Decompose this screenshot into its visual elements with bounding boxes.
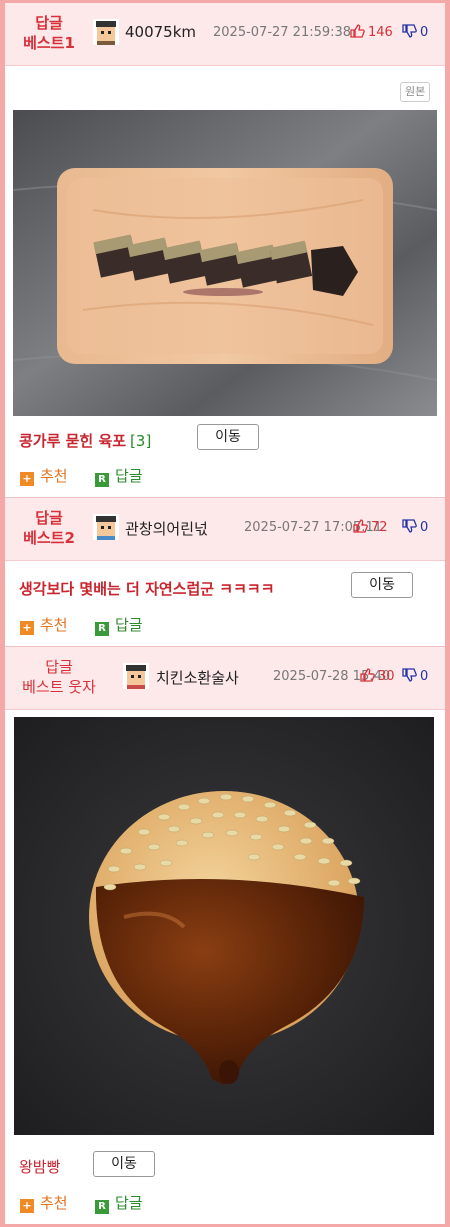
downvote-count[interactable]: 0 [402, 24, 428, 40]
nickname[interactable]: 치킨소환술사 [156, 667, 239, 688]
reply-button[interactable]: R 답글 [95, 465, 143, 487]
avatar[interactable] [123, 663, 149, 689]
recommend-button[interactable]: + 추천 [20, 614, 68, 635]
post-date: 2025-07-27 21:59:38 [213, 25, 352, 40]
downvote-count[interactable]: 0 [402, 668, 428, 684]
upvote-value: 30 [378, 669, 395, 684]
recommend-button[interactable]: + 추천 [20, 1192, 68, 1213]
nickname[interactable]: 관창의어린넋 [125, 518, 208, 539]
r-square-icon: R [95, 473, 109, 487]
post-title[interactable]: 왕밤빵 [19, 1156, 60, 1177]
nickname[interactable]: 40075km [125, 23, 196, 41]
best-badge: 답글 베스트2 [9, 508, 89, 548]
original-image-button[interactable]: 원본 [400, 82, 431, 102]
thumbs-down-icon [402, 668, 417, 682]
downvote-value: 0 [420, 25, 429, 40]
plus-square-icon: + [20, 1199, 34, 1213]
reply-label: 답글 [115, 467, 143, 485]
best-badge-line1: 답글 [35, 509, 63, 527]
reply-button[interactable]: R 답글 [95, 1192, 143, 1214]
move-button[interactable]: 이동 [197, 424, 259, 450]
best-badge-line2: 베스트1 [23, 34, 75, 52]
upvote-count[interactable]: 30 [360, 668, 395, 684]
thumbs-down-icon [402, 24, 417, 38]
recommend-button[interactable]: + 추천 [20, 465, 68, 486]
best-badge-line1: 답글 [45, 658, 73, 676]
thumbs-up-icon [353, 519, 368, 533]
best-reply-list: 답글 베스트1 40075km 2025-07-27 21:59:38 146 … [5, 3, 445, 1224]
post-header: 답글 베스트1 40075km 2025-07-27 21:59:38 146 … [5, 3, 445, 66]
upvote-value: 72 [371, 520, 388, 535]
thumbs-up-icon [360, 668, 375, 682]
avatar[interactable] [93, 19, 119, 45]
post-title[interactable]: 콩가루 묻힌 육포 [3] [19, 430, 151, 451]
recommend-label: 추천 [40, 467, 68, 485]
plus-square-icon: + [20, 472, 34, 486]
plus-square-icon: + [20, 621, 34, 635]
post-header: 답글 베스트2 관창의어린넋 2025-07-27 17:05:11 72 0 [5, 498, 445, 561]
post-title-text: 콩가루 묻힌 육포 [19, 432, 127, 450]
move-button[interactable]: 이동 [93, 1151, 155, 1177]
r-square-icon: R [95, 1200, 109, 1214]
avatar[interactable] [93, 514, 119, 540]
reply-label: 답글 [115, 1194, 143, 1212]
post-image-jerky[interactable] [13, 110, 437, 416]
recommend-label: 추천 [40, 616, 68, 634]
recommend-label: 추천 [40, 1194, 68, 1212]
upvote-value: 146 [368, 25, 393, 40]
move-button[interactable]: 이동 [351, 572, 413, 598]
downvote-value: 0 [420, 669, 429, 684]
post-image-bread[interactable] [14, 717, 434, 1135]
thumbs-down-icon [402, 519, 417, 533]
reply-button[interactable]: R 답글 [95, 614, 143, 636]
reply-label: 답글 [115, 616, 143, 634]
best-badge-line1: 답글 [35, 14, 63, 32]
best-badge-line2: 베스트 웃자 [22, 678, 96, 696]
upvote-count[interactable]: 72 [353, 519, 388, 535]
comment-count: [3] [130, 432, 152, 450]
best-badge: 답글 베스트1 [9, 13, 89, 53]
best-badge: 답글 베스트 웃자 [5, 657, 114, 697]
downvote-count[interactable]: 0 [402, 519, 428, 535]
best-badge-line2: 베스트2 [23, 529, 75, 547]
downvote-value: 0 [420, 520, 429, 535]
post-header: 답글 베스트 웃자 치킨소환술사 2025-07-28 15:40 30 0 [5, 647, 445, 710]
post-title[interactable]: 생각보다 몇배는 더 자연스럽군 ㅋㅋㅋㅋ [19, 578, 275, 599]
thumbs-up-icon [350, 24, 365, 38]
r-square-icon: R [95, 622, 109, 636]
upvote-count[interactable]: 146 [350, 24, 393, 40]
